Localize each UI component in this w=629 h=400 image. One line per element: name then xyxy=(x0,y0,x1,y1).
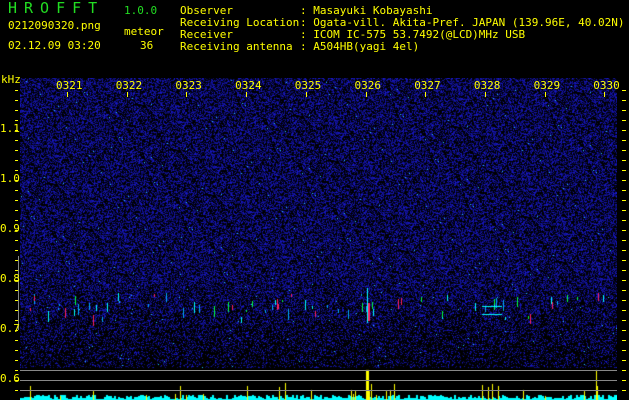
spectrogram-axes xyxy=(15,90,626,391)
time-tick-label: 0324 xyxy=(235,79,262,92)
freq-tick-label: 1.1 xyxy=(0,122,20,135)
freq-tick-label: 0.9 xyxy=(0,222,20,235)
time-tick-label: 0323 xyxy=(175,79,202,92)
freq-tick-label: 0.8 xyxy=(0,272,20,285)
time-tick-label: 0328 xyxy=(473,79,501,92)
time-tick-label: 0327 xyxy=(414,79,441,92)
time-tick-label: 0330 xyxy=(593,79,620,92)
time-tick-label: 0321 xyxy=(56,79,83,92)
time-tick-label: 0325 xyxy=(294,79,322,92)
time-tick-label: 0329 xyxy=(533,79,561,92)
freq-tick-label: 0.6 xyxy=(0,372,20,385)
freq-unit-label: kHz xyxy=(1,73,21,86)
time-tick-label: 0322 xyxy=(115,79,143,92)
freq-tick-label: 0.7 xyxy=(0,322,20,335)
time-tick-label: 0326 xyxy=(354,79,382,92)
freq-tick-label: 1.0 xyxy=(0,172,20,185)
